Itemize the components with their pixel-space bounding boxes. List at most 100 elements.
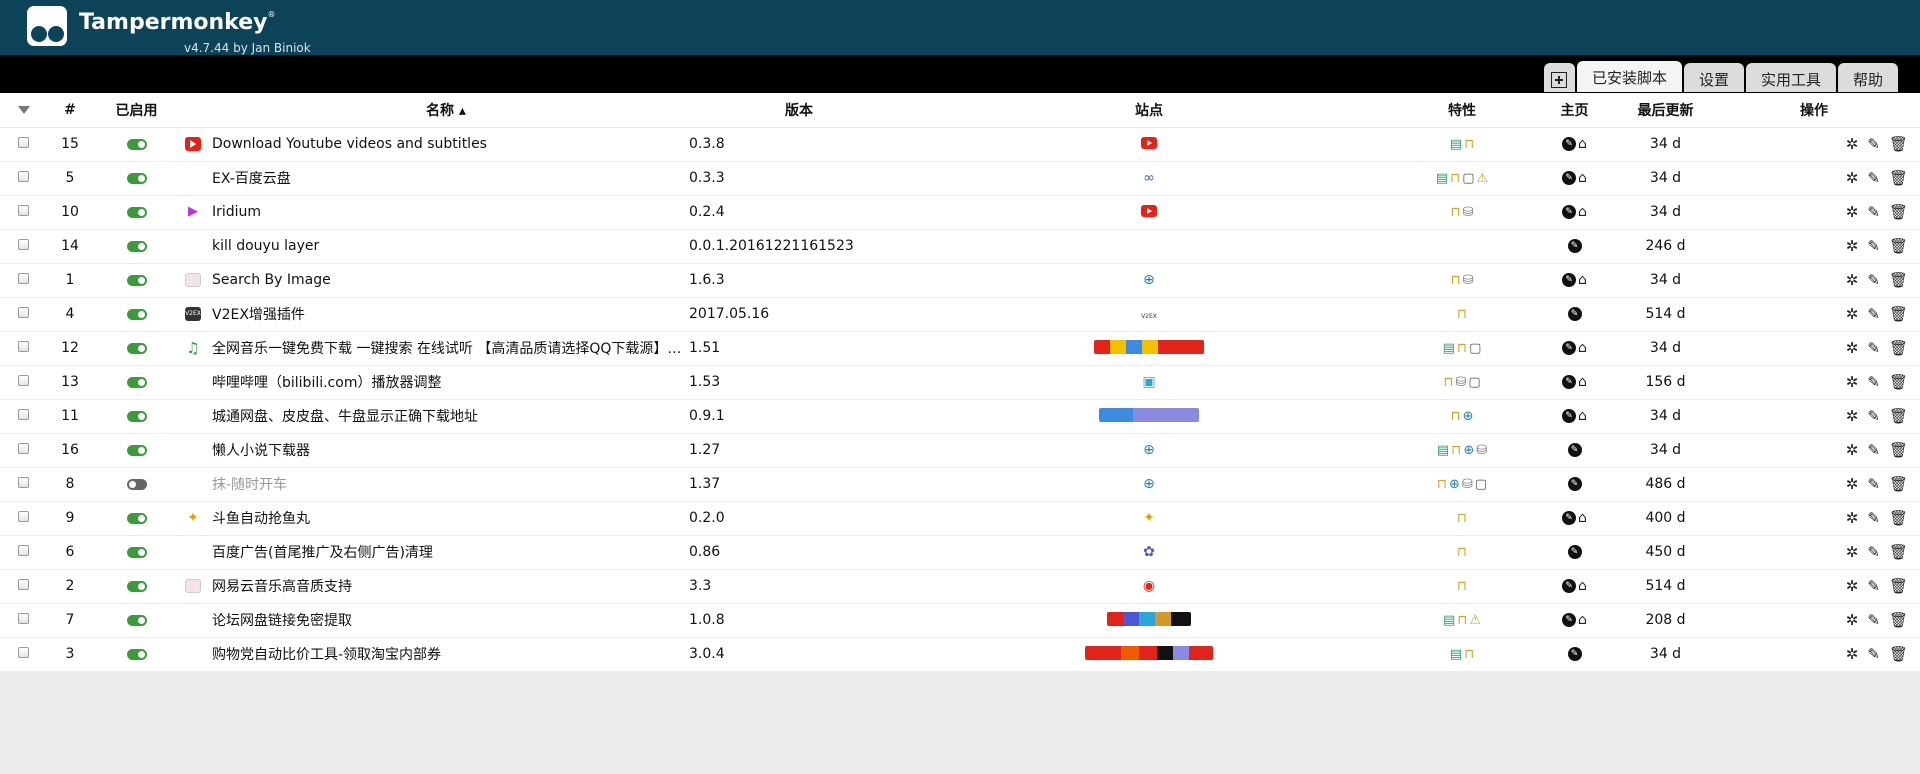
row-checkbox[interactable] xyxy=(18,545,29,556)
homepage-icon[interactable]: ⌂ xyxy=(1578,204,1587,220)
row-checkbox[interactable] xyxy=(18,137,29,148)
edit-icon[interactable]: ✎ xyxy=(1867,305,1880,323)
bug-report-icon[interactable]: ✲ xyxy=(1846,237,1859,255)
script-name-link[interactable]: 网易云音乐高音质支持 xyxy=(206,569,686,604)
row-checkbox[interactable] xyxy=(18,647,29,658)
bug-report-icon[interactable]: ✲ xyxy=(1846,509,1859,527)
bug-report-icon[interactable]: ✲ xyxy=(1846,135,1859,153)
column-header-features[interactable]: 特性 xyxy=(1386,93,1538,128)
row-checkbox[interactable] xyxy=(18,375,29,386)
tampermonkey-home-icon[interactable]: ✎ xyxy=(1567,647,1582,661)
last-updated[interactable]: 34 d xyxy=(1611,195,1720,230)
homepage-icon[interactable]: ⌂ xyxy=(1578,612,1587,628)
tampermonkey-home-icon[interactable]: ✎ xyxy=(1562,579,1577,593)
enabled-toggle[interactable] xyxy=(126,478,147,490)
edit-icon[interactable]: ✎ xyxy=(1867,169,1880,187)
column-header-num[interactable]: # xyxy=(47,93,93,128)
tampermonkey-home-icon[interactable]: ✎ xyxy=(1562,511,1577,525)
row-checkbox[interactable] xyxy=(18,307,29,318)
edit-icon[interactable]: ✎ xyxy=(1867,475,1880,493)
column-header-version[interactable]: 版本 xyxy=(686,93,912,128)
last-updated[interactable]: 34 d xyxy=(1611,127,1720,162)
trash-icon[interactable]: 🗑 xyxy=(1889,135,1908,153)
column-header-name[interactable]: 名称 ▴ xyxy=(206,93,686,128)
enabled-toggle[interactable] xyxy=(126,410,147,422)
trash-icon[interactable]: 🗑 xyxy=(1889,475,1908,493)
bug-report-icon[interactable]: ✲ xyxy=(1846,543,1859,561)
enabled-toggle[interactable] xyxy=(126,546,147,558)
enabled-toggle[interactable] xyxy=(126,274,147,286)
tab-installed-scripts[interactable]: 已安装脚本 xyxy=(1576,61,1682,92)
tampermonkey-home-icon[interactable]: ✎ xyxy=(1562,273,1577,287)
row-checkbox[interactable] xyxy=(18,239,29,250)
tampermonkey-home-icon[interactable]: ✎ xyxy=(1562,171,1577,185)
script-name-link[interactable]: Search By Image xyxy=(206,263,686,298)
script-name-link[interactable]: V2EX增强插件 xyxy=(206,297,686,332)
tampermonkey-home-icon[interactable]: ✎ xyxy=(1562,137,1577,151)
trash-icon[interactable]: 🗑 xyxy=(1889,577,1908,595)
edit-icon[interactable]: ✎ xyxy=(1867,237,1880,255)
script-name-link[interactable]: 论坛网盘链接免密提取 xyxy=(206,603,686,638)
last-updated[interactable]: 246 d xyxy=(1611,229,1720,264)
edit-icon[interactable]: ✎ xyxy=(1867,543,1880,561)
enabled-toggle[interactable] xyxy=(126,342,147,354)
tampermonkey-home-icon[interactable]: ✎ xyxy=(1562,205,1577,219)
bug-report-icon[interactable]: ✲ xyxy=(1846,475,1859,493)
tampermonkey-home-icon[interactable]: ✎ xyxy=(1562,613,1577,627)
last-updated[interactable]: 34 d xyxy=(1611,263,1720,298)
tampermonkey-home-icon[interactable]: ✎ xyxy=(1567,239,1582,253)
row-checkbox[interactable] xyxy=(18,477,29,488)
edit-icon[interactable]: ✎ xyxy=(1867,203,1880,221)
trash-icon[interactable]: 🗑 xyxy=(1889,645,1908,663)
row-checkbox[interactable] xyxy=(18,613,29,624)
script-name-link[interactable]: 百度广告(首尾推广及右侧广告)清理 xyxy=(206,535,686,570)
last-updated[interactable]: 208 d xyxy=(1611,603,1720,638)
bug-report-icon[interactable]: ✲ xyxy=(1846,577,1859,595)
bug-report-icon[interactable]: ✲ xyxy=(1846,305,1859,323)
homepage-icon[interactable]: ⌂ xyxy=(1578,272,1587,288)
homepage-icon[interactable]: ⌂ xyxy=(1578,578,1587,594)
edit-icon[interactable]: ✎ xyxy=(1867,407,1880,425)
enabled-toggle[interactable] xyxy=(126,444,147,456)
bug-report-icon[interactable]: ✲ xyxy=(1846,339,1859,357)
filter-button[interactable] xyxy=(0,93,47,128)
row-checkbox[interactable] xyxy=(18,341,29,352)
edit-icon[interactable]: ✎ xyxy=(1867,135,1880,153)
bug-report-icon[interactable]: ✲ xyxy=(1846,203,1859,221)
column-header-enabled[interactable]: 已启用 xyxy=(93,93,180,128)
edit-icon[interactable]: ✎ xyxy=(1867,509,1880,527)
trash-icon[interactable]: 🗑 xyxy=(1889,373,1908,391)
trash-icon[interactable]: 🗑 xyxy=(1889,543,1908,561)
bug-report-icon[interactable]: ✲ xyxy=(1846,169,1859,187)
script-name-link[interactable]: Download Youtube videos and subtitles xyxy=(206,127,686,162)
bug-report-icon[interactable]: ✲ xyxy=(1846,441,1859,459)
row-checkbox[interactable] xyxy=(18,205,29,216)
trash-icon[interactable]: 🗑 xyxy=(1889,611,1908,629)
bug-report-icon[interactable]: ✲ xyxy=(1846,271,1859,289)
enabled-toggle[interactable] xyxy=(126,308,147,320)
column-header-updated[interactable]: 最后更新 xyxy=(1611,93,1720,128)
trash-icon[interactable]: 🗑 xyxy=(1889,407,1908,425)
enabled-toggle[interactable] xyxy=(126,172,147,184)
last-updated[interactable]: 34 d xyxy=(1611,637,1720,672)
trash-icon[interactable]: 🗑 xyxy=(1889,271,1908,289)
last-updated[interactable]: 400 d xyxy=(1611,501,1720,536)
row-checkbox[interactable] xyxy=(18,511,29,522)
script-name-link[interactable]: 全网音乐一键免费下载 一键搜索 在线试听 【高清品质请选择QQ下载源】2... xyxy=(206,331,686,366)
trash-icon[interactable]: 🗑 xyxy=(1889,339,1908,357)
script-name-link[interactable]: 购物党自动比价工具-领取淘宝内部券 xyxy=(206,637,686,672)
homepage-icon[interactable]: ⌂ xyxy=(1578,374,1587,390)
enabled-toggle[interactable] xyxy=(126,240,147,252)
trash-icon[interactable]: 🗑 xyxy=(1889,169,1908,187)
last-updated[interactable]: 450 d xyxy=(1611,535,1720,570)
script-name-link[interactable]: EX-百度云盘 xyxy=(206,161,686,196)
tab-utilities[interactable]: 实用工具 xyxy=(1745,63,1836,92)
tampermonkey-home-icon[interactable]: ✎ xyxy=(1567,477,1582,491)
homepage-icon[interactable]: ⌂ xyxy=(1578,170,1587,186)
edit-icon[interactable]: ✎ xyxy=(1867,373,1880,391)
edit-icon[interactable]: ✎ xyxy=(1867,645,1880,663)
tampermonkey-home-icon[interactable]: ✎ xyxy=(1567,545,1582,559)
script-name-link[interactable]: kill douyu layer xyxy=(206,229,686,264)
last-updated[interactable]: 486 d xyxy=(1611,467,1720,502)
trash-icon[interactable]: 🗑 xyxy=(1889,237,1908,255)
